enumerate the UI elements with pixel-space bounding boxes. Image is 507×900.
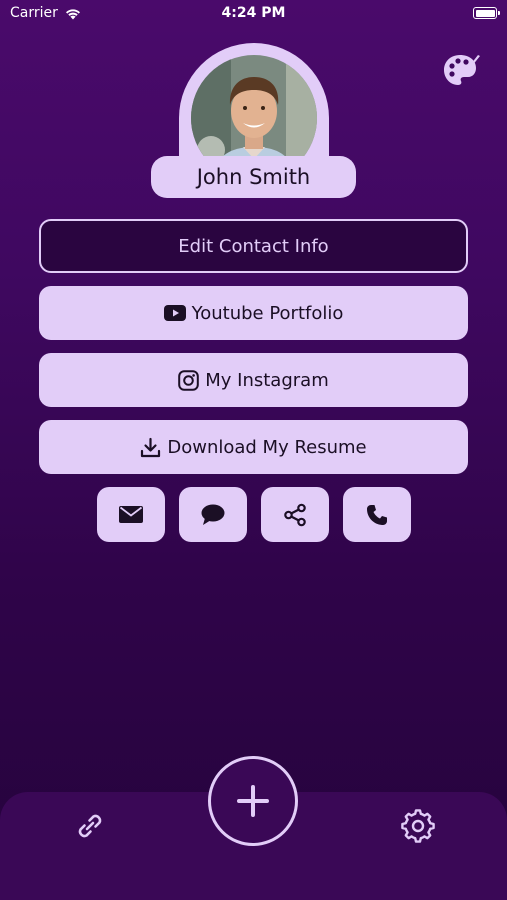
edit-contact-button[interactable]: Edit Contact Info [39, 219, 468, 273]
battery-level [475, 9, 495, 17]
youtube-icon [163, 305, 186, 321]
app-screen: Carrier 4:24 PM John Smith Edit Contact … [0, 0, 507, 900]
share-button[interactable] [261, 487, 329, 542]
mail-icon [119, 506, 143, 523]
battery-icon [473, 7, 500, 19]
link-icon[interactable] [73, 809, 107, 843]
instagram-icon [178, 369, 200, 391]
instagram-button[interactable]: My Instagram [39, 353, 468, 407]
message-button[interactable] [179, 487, 247, 542]
add-button[interactable] [208, 756, 298, 846]
share-icon [284, 503, 306, 526]
chat-icon [201, 504, 225, 525]
gear-icon[interactable] [401, 809, 435, 843]
phone-icon [367, 504, 387, 525]
youtube-label: Youtube Portfolio [191, 302, 344, 324]
avatar-frame [179, 43, 329, 171]
call-button[interactable] [343, 487, 411, 542]
instagram-label: My Instagram [205, 369, 329, 391]
profile-name: John Smith [151, 156, 356, 198]
plus-icon [237, 785, 269, 817]
youtube-portfolio-button[interactable]: Youtube Portfolio [39, 286, 468, 340]
email-button[interactable] [97, 487, 165, 542]
status-time: 4:24 PM [221, 5, 286, 21]
download-icon [141, 437, 161, 457]
avatar[interactable] [191, 55, 317, 171]
edit-contact-label: Edit Contact Info [178, 235, 329, 257]
resume-label: Download My Resume [167, 436, 367, 458]
palette-icon[interactable] [442, 52, 482, 88]
download-resume-button[interactable]: Download My Resume [39, 420, 468, 474]
status-bar: Carrier 4:24 PM [0, 0, 507, 28]
profile-photo [191, 55, 317, 171]
